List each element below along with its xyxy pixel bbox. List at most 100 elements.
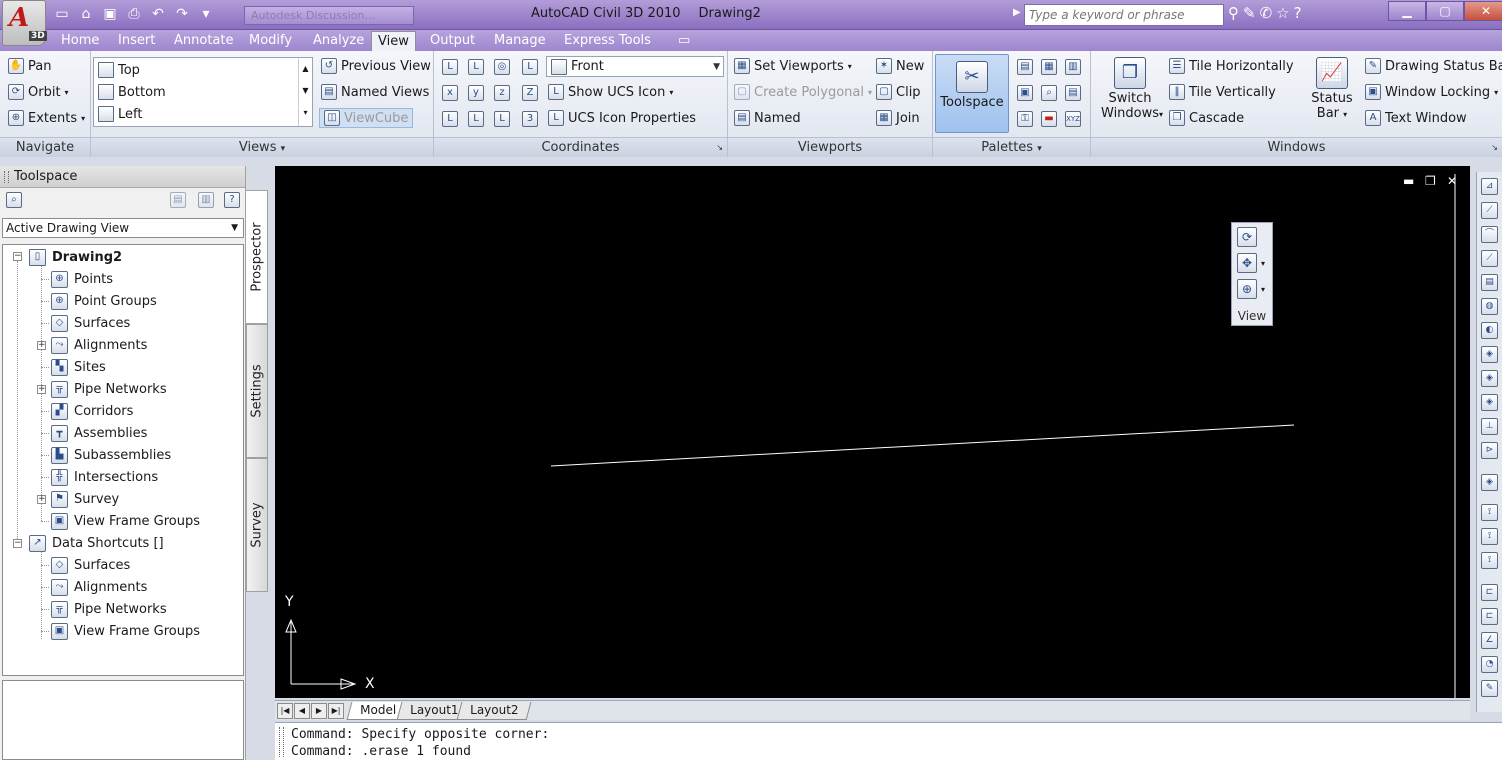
ucs-3point-icon[interactable]: 3 bbox=[522, 111, 538, 127]
ucs-origin-icon[interactable]: L bbox=[442, 111, 458, 127]
print-icon[interactable]: ⎙ bbox=[124, 4, 144, 24]
show-ucs-icon-button[interactable]: L Show UCS Icon ▾ bbox=[548, 84, 673, 100]
dim-baseline-icon[interactable]: ⊏ bbox=[1481, 584, 1498, 601]
palettes-panel-title[interactable]: Palettes ▾ bbox=[933, 137, 1090, 157]
navbar-pan-icon[interactable]: ✥ bbox=[1237, 253, 1257, 273]
drawn-line[interactable] bbox=[550, 424, 1295, 467]
viewport-restore-icon[interactable]: ❐ bbox=[1425, 174, 1436, 188]
dbconnect-icon[interactable]: ⚿ bbox=[1017, 111, 1033, 127]
expand-data-shortcuts[interactable]: − bbox=[13, 539, 22, 548]
linear-dimension-icon[interactable]: ⊿ bbox=[1481, 178, 1498, 195]
expand-survey[interactable]: + bbox=[37, 495, 46, 504]
dim-angular-icon[interactable]: ∠ bbox=[1481, 632, 1498, 649]
view-left[interactable]: Left bbox=[98, 106, 142, 122]
named-views-button[interactable]: ▤ Named Views bbox=[321, 84, 429, 100]
status-bar-button[interactable]: 📈 Status Bar ▾ bbox=[1303, 57, 1361, 133]
globe-icon[interactable]: ◍ bbox=[1481, 298, 1498, 315]
open-icon[interactable]: ⌂ bbox=[76, 4, 96, 24]
calculator-icon[interactable]: ▤ bbox=[1065, 85, 1081, 101]
ucs-icon[interactable]: L bbox=[522, 59, 538, 75]
ucs-view-icon[interactable]: L bbox=[468, 111, 484, 127]
paste-icon[interactable]: ▤ bbox=[1481, 274, 1498, 291]
wrench-icon[interactable]: ✎ bbox=[1243, 4, 1256, 22]
join-viewport-button[interactable]: ▦ Join bbox=[876, 110, 920, 126]
xyz-icon[interactable]: XYZ bbox=[1065, 111, 1081, 127]
ucs-world-icon[interactable]: L bbox=[442, 59, 458, 75]
tree-item-shortcut-alignments[interactable]: ⤳ Alignments bbox=[51, 576, 147, 598]
ucs-zaxis-icon[interactable]: Z bbox=[522, 85, 538, 101]
tab-prospector[interactable]: Prospector bbox=[246, 190, 268, 324]
search-input[interactable]: Type a keyword or phrase bbox=[1024, 4, 1224, 26]
ucs-y-icon[interactable]: y bbox=[468, 85, 484, 101]
binoculars-icon[interactable]: ⚲ bbox=[1228, 4, 1239, 22]
tree-item-shortcut-surfaces[interactable]: ◇ Surfaces bbox=[51, 554, 130, 576]
toolspace-item-view-icon[interactable]: ▤ bbox=[170, 192, 186, 208]
ucs-previous-icon[interactable]: L bbox=[468, 59, 484, 75]
toolbox-icon[interactable]: ▬ bbox=[1041, 111, 1057, 127]
extents-button[interactable]: ⊕ Extents ▾ bbox=[8, 110, 85, 126]
tree-item-points[interactable]: ⊕ Points bbox=[51, 268, 113, 290]
viewports-panel-title[interactable]: Viewports bbox=[728, 137, 932, 157]
tab-settings[interactable]: Settings bbox=[246, 324, 268, 458]
coordinates-launcher-icon[interactable]: ↘ bbox=[716, 138, 723, 157]
next-layout-icon[interactable]: ▶ bbox=[311, 703, 327, 719]
toolspace-title[interactable]: Toolspace bbox=[0, 166, 245, 188]
switch-windows-button[interactable]: ❐ Switch Windows▾ bbox=[1101, 57, 1163, 133]
tree-item-shortcut-pipe-networks[interactable]: ╦ Pipe Networks bbox=[51, 598, 167, 620]
close-button[interactable]: ✕ bbox=[1464, 1, 1502, 21]
text-window-button[interactable]: A Text Window bbox=[1365, 110, 1467, 126]
snap-apparent-icon[interactable]: ⟟ bbox=[1481, 528, 1498, 545]
arc-dimension-icon[interactable]: ⌒ bbox=[1481, 226, 1498, 243]
new-icon[interactable]: ▭ bbox=[52, 4, 72, 24]
sphere-icon[interactable]: ◐ bbox=[1481, 322, 1498, 339]
tab-modify[interactable]: Modify bbox=[243, 31, 298, 51]
minimize-ribbon-icon[interactable]: ▭ bbox=[672, 31, 696, 51]
prev-layout-icon[interactable]: ◀ bbox=[294, 703, 310, 719]
views-list-scroll[interactable]: ▲ ▼ ▾ bbox=[298, 58, 312, 126]
steering-wheel-icon[interactable]: ⟳ bbox=[1237, 227, 1257, 247]
view-top[interactable]: Top bbox=[98, 62, 140, 78]
coordinates-panel-title[interactable]: Coordinates ↘ bbox=[434, 137, 727, 157]
tile-vertically-button[interactable]: ‖ Tile Vertically bbox=[1169, 84, 1276, 100]
tree-item-intersections[interactable]: ╬ Intersections bbox=[51, 466, 158, 488]
ucs-view-combo[interactable]: Front ▼ bbox=[546, 56, 724, 77]
viewcube-button[interactable]: ◫ ViewCube bbox=[319, 108, 414, 128]
tree-item-pipe-networks[interactable]: ╦ Pipe Networks bbox=[51, 378, 167, 400]
dim-style-icon[interactable]: ✎ bbox=[1481, 680, 1498, 697]
workspace-field[interactable]: Autodesk Discussion... bbox=[244, 6, 414, 25]
view-select[interactable]: Active Drawing View ▼ bbox=[2, 218, 244, 238]
layout-tab-layout2[interactable]: Layout2 bbox=[456, 702, 532, 720]
tab-express-tools[interactable]: Express Tools bbox=[558, 31, 657, 51]
tree-item-subassemblies[interactable]: ▙ Subassemblies bbox=[51, 444, 171, 466]
snap-center-icon[interactable]: ◈ bbox=[1481, 346, 1498, 363]
views-list[interactable]: Top Bottom Left ▲ ▼ ▾ bbox=[93, 57, 313, 127]
first-layout-icon[interactable]: |◀ bbox=[277, 703, 293, 719]
pan-dropdown-icon[interactable]: ▾ bbox=[1261, 259, 1265, 268]
toolspace-search-icon[interactable]: ⌕ bbox=[6, 192, 22, 208]
redo-icon[interactable]: ↷ bbox=[172, 4, 192, 24]
dim-continue-icon[interactable]: ⊏ bbox=[1481, 608, 1498, 625]
tree-item-drawing2[interactable]: ▯ Drawing2 bbox=[29, 246, 122, 268]
favorites-star-icon[interactable]: ☆ bbox=[1276, 4, 1289, 22]
design-center-icon[interactable]: ▦ bbox=[1041, 59, 1057, 75]
tree-item-shortcut-view-frame-groups[interactable]: ▣ View Frame Groups bbox=[51, 620, 200, 642]
tab-manage[interactable]: Manage bbox=[488, 31, 552, 51]
tab-insert[interactable]: Insert bbox=[112, 31, 161, 51]
tree-item-sites[interactable]: ▚ Sites bbox=[51, 356, 106, 378]
snap-extension-icon[interactable]: ⟟ bbox=[1481, 552, 1498, 569]
snap-tangent-icon[interactable]: ◈ bbox=[1481, 394, 1498, 411]
snap-quadrant-icon[interactable]: ◈ bbox=[1481, 370, 1498, 387]
expand-drawing2[interactable]: − bbox=[13, 252, 22, 261]
tree-item-data-shortcuts[interactable]: ↗ Data Shortcuts [] bbox=[29, 532, 164, 554]
previous-view-button[interactable]: ↺ Previous View bbox=[321, 58, 431, 74]
drawing-status-bar-button[interactable]: ✎ Drawing Status Bar bbox=[1365, 58, 1502, 74]
orbit-button[interactable]: ⟳ Orbit ▾ bbox=[8, 84, 69, 100]
windows-launcher-icon[interactable]: ↘ bbox=[1491, 138, 1498, 157]
application-menu-button[interactable]: A 3D bbox=[2, 0, 47, 46]
view-bottom[interactable]: Bottom bbox=[98, 84, 166, 100]
snap-nearest-icon[interactable]: ⟟ bbox=[1481, 504, 1498, 521]
cascade-button[interactable]: ❐ Cascade bbox=[1169, 110, 1244, 126]
command-line[interactable]: Command: Specify opposite corner: Comman… bbox=[275, 722, 1502, 760]
tab-output[interactable]: Output bbox=[424, 31, 481, 51]
tree-item-corridors[interactable]: ▞ Corridors bbox=[51, 400, 133, 422]
